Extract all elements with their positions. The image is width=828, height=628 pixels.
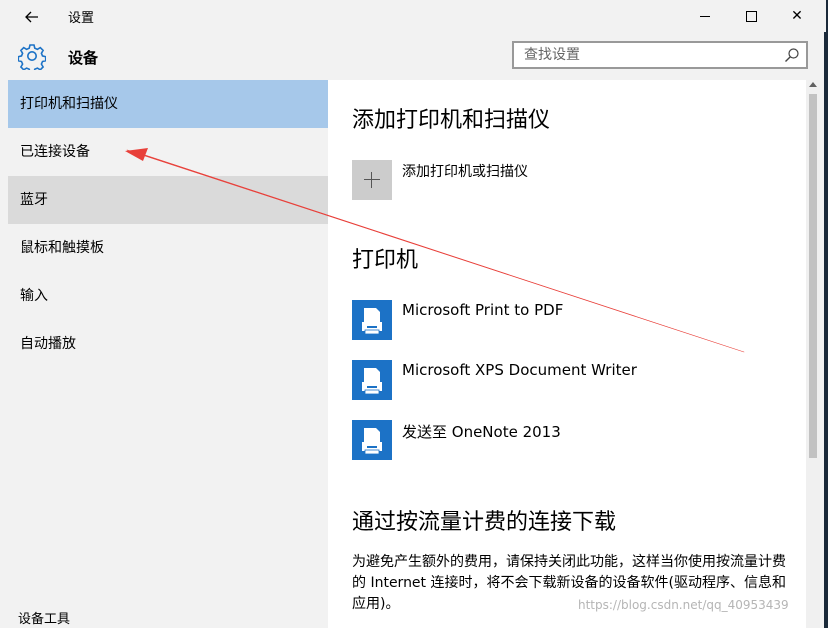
sidebar-item-mouse-touchpad[interactable]: 鼠标和触摸板 [8,224,328,272]
sidebar-item-typing[interactable]: 输入 [8,272,328,320]
plus-icon[interactable] [352,160,392,200]
printer-name: Microsoft XPS Document Writer [402,361,637,379]
close-button[interactable]: ✕ [774,0,820,32]
gear-icon [17,42,47,74]
scroll-up-icon[interactable] [809,82,817,87]
sidebar-item-printers-scanners[interactable]: 打印机和扫描仪 [8,80,328,128]
section-title-printers: 打印机 [352,248,419,273]
watermark: https://blog.csdn.net/qq_40953439 [578,598,789,612]
section-title-add: 添加打印机和扫描仪 [352,108,551,133]
content-scrollbar[interactable] [806,80,820,628]
sidebar-item-autoplay[interactable]: 自动播放 [8,320,328,368]
main-content: 添加打印机和扫描仪 添加打印机或扫描仪 打印机 Microsoft Print … [328,80,806,628]
search-input[interactable] [514,43,784,67]
printer-item[interactable]: Microsoft Print to PDF [352,300,792,340]
maximize-button[interactable] [728,0,774,32]
add-printer-label[interactable]: 添加打印机或扫描仪 [402,161,528,181]
maximize-icon [745,10,757,22]
sidebar-footer-partial: 设备工具 [18,612,71,627]
scroll-thumb[interactable] [809,94,817,458]
title-bar: 设置 ✕ [0,0,826,32]
back-arrow-icon[interactable] [18,4,46,28]
sidebar-item-bluetooth[interactable]: 蓝牙 [8,176,328,224]
section-title-metered: 通过按流量计费的连接下载 [352,510,617,535]
settings-window: 设置 ✕ 设备 查找设置 打印机和扫描仪 已连接设备 蓝牙 鼠标和触摸板 输入 … [0,0,826,628]
search-icon[interactable] [784,47,800,63]
search-box[interactable] [512,41,808,69]
printer-item[interactable]: 发送至 OneNote 2013 [352,420,792,460]
minimize-button[interactable] [682,0,728,32]
printer-icon [352,300,392,340]
printer-name: 发送至 OneNote 2013 [402,423,561,441]
printer-item[interactable]: Microsoft XPS Document Writer [352,360,792,400]
page-title: 设备 [68,49,99,67]
close-icon: ✕ [791,8,803,24]
page-header: 设备 [0,32,826,80]
printer-icon [352,360,392,400]
window-title: 设置 [68,11,95,26]
printer-name: Microsoft Print to PDF [402,301,564,319]
sidebar-nav: 打印机和扫描仪 已连接设备 蓝牙 鼠标和触摸板 输入 自动播放 设备工具 [8,80,328,628]
printer-icon [352,420,392,460]
minimize-icon [700,15,710,17]
sidebar-item-connected-devices[interactable]: 已连接设备 [8,128,328,176]
